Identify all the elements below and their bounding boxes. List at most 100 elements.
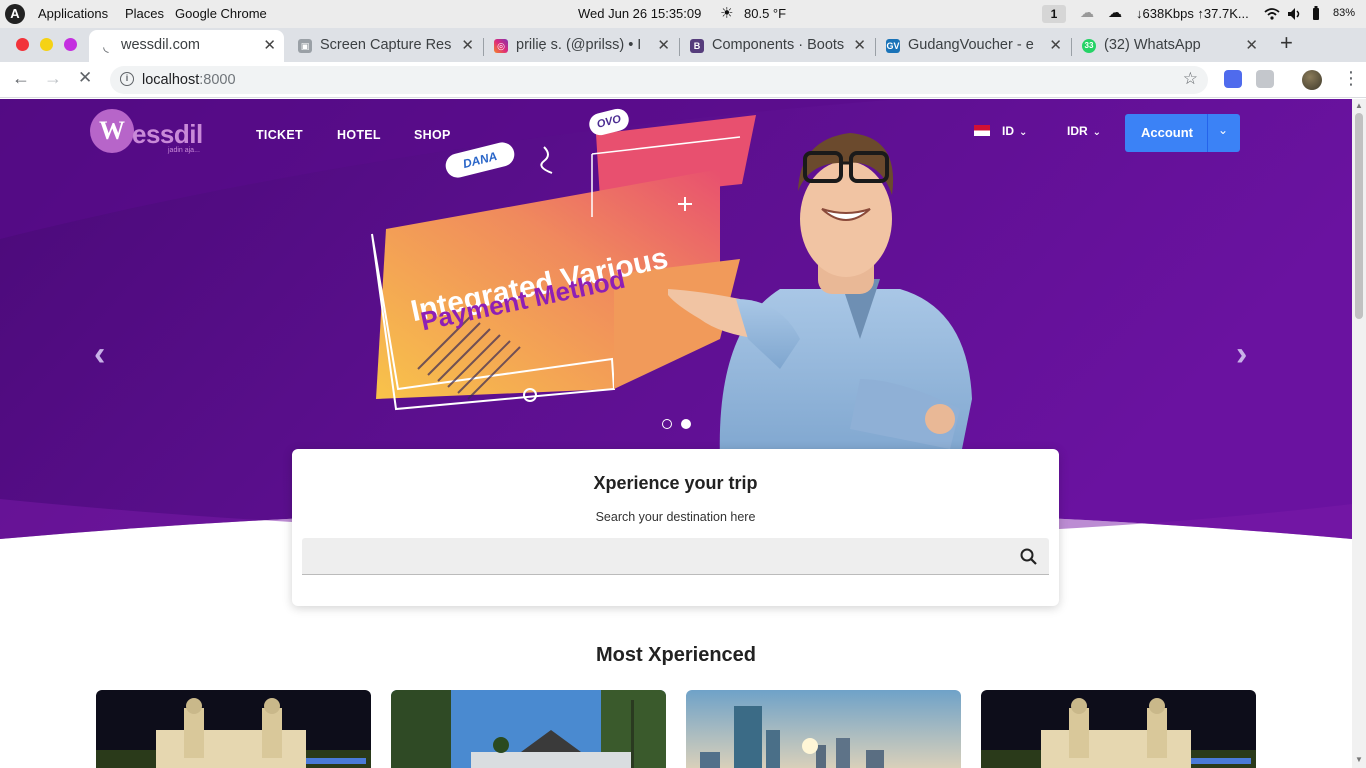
back-arrow-icon[interactable]: ←	[12, 68, 30, 89]
search-card: Xperience your trip Search your destinat…	[292, 449, 1059, 606]
language-selector[interactable]: ID ⌄	[974, 124, 1027, 138]
search-subtitle: Search your destination here	[595, 510, 756, 524]
destination-card[interactable]	[96, 690, 371, 768]
destination-image	[391, 690, 666, 768]
active-app-menu[interactable]: Google Chrome	[175, 6, 267, 21]
tab-title: Components · Boots	[712, 37, 845, 53]
tab-whatsapp[interactable]: 33 (32) WhatsApp ✕	[1072, 30, 1266, 62]
whatsapp-icon: 33	[1082, 39, 1096, 53]
carousel-indicator-1[interactable]	[662, 419, 672, 429]
cloud-sync-icon: ☁	[1080, 4, 1094, 20]
forward-arrow-icon[interactable]: →	[44, 68, 62, 89]
tab-title: Screen Capture Res	[320, 37, 452, 53]
logo-tagline: jadin aja...	[168, 147, 200, 154]
profile-avatar[interactable]	[1302, 70, 1322, 90]
places-menu[interactable]: Places	[125, 6, 164, 21]
bookmark-star-icon[interactable]: ☆	[1183, 69, 1198, 89]
chrome-menu-icon[interactable]: ⋮	[1342, 68, 1360, 89]
close-window-dot[interactable]	[16, 38, 29, 51]
account-button[interactable]: Account	[1141, 125, 1193, 140]
zoom-extension-icon[interactable]	[1224, 70, 1242, 88]
button-divider	[1207, 114, 1208, 152]
browser-tab-strip: ◟ wessdil.com ✕ ▣ Screen Capture Res ✕ ◎…	[0, 28, 1366, 62]
workspace-indicator[interactable]: 1	[1042, 5, 1066, 23]
camera-icon: ▣	[298, 39, 312, 53]
currency-selector[interactable]: IDR ⌄	[1067, 124, 1101, 138]
battery-percent: 83%	[1333, 7, 1356, 19]
tab-title: wessdil.com	[121, 37, 200, 53]
nav-hotel[interactable]: HOTEL	[337, 128, 381, 142]
clock[interactable]: Wed Jun 26 15:35:09	[578, 6, 701, 21]
new-tab-icon[interactable]: +	[1280, 30, 1293, 56]
volume-icon[interactable]	[1287, 7, 1302, 21]
indonesia-flag-icon	[974, 125, 990, 136]
tab-wessdil[interactable]: ◟ wessdil.com ✕	[89, 30, 284, 62]
site-logo[interactable]: W essdil jadin aja...	[90, 109, 210, 159]
scroll-down-icon[interactable]: ▼	[1355, 755, 1363, 764]
close-tab-icon[interactable]: ✕	[657, 36, 670, 54]
account-split-button: Account ⌄	[1125, 114, 1240, 152]
carousel-next-icon[interactable]: ›	[1236, 335, 1247, 374]
url-text[interactable]: localhost:8000	[142, 72, 236, 88]
destination-image	[96, 690, 371, 768]
minimize-window-dot[interactable]	[40, 38, 53, 51]
tab-instagram[interactable]: ◎ priliẹ s. (@prilss) • I ✕	[484, 30, 678, 62]
carousel-prev-icon[interactable]: ‹	[94, 335, 105, 374]
page-scrollbar[interactable]: ▲ ▼	[1352, 99, 1366, 768]
wifi-icon[interactable]	[1264, 7, 1280, 20]
logo-mark: W	[90, 109, 134, 153]
gv-icon: GV	[886, 39, 900, 53]
destination-card[interactable]	[981, 690, 1256, 768]
bootstrap-icon: B	[690, 39, 704, 53]
destination-card[interactable]	[686, 690, 961, 768]
scrollbar-thumb[interactable]	[1355, 113, 1363, 319]
page-viewport: Integrated Various Payment Method DANA O…	[0, 99, 1352, 768]
currency-label: IDR	[1067, 124, 1088, 138]
screen-capture-extension-icon[interactable]	[1256, 70, 1274, 88]
weather-temp[interactable]: 80.5 °F	[744, 6, 786, 21]
stop-loading-icon[interactable]: ✕	[78, 68, 92, 88]
account-dropdown-toggle[interactable]: ⌄	[1218, 123, 1228, 137]
tab-gudangvoucher[interactable]: GV GudangVoucher - e ✕	[876, 30, 1070, 62]
url-host: localhost	[142, 72, 200, 88]
search-icon[interactable]	[1020, 548, 1037, 565]
tab-screen-capture[interactable]: ▣ Screen Capture Res ✕	[288, 30, 482, 62]
scroll-up-icon[interactable]: ▲	[1355, 101, 1363, 110]
sun-icon: ☀	[720, 5, 734, 22]
tab-title: (32) WhatsApp	[1104, 37, 1201, 53]
carousel-indicator-2[interactable]	[681, 419, 692, 429]
chevron-down-icon: ⌄	[1019, 127, 1028, 138]
loading-spinner-icon: ◟	[103, 38, 109, 54]
destination-image	[686, 690, 961, 768]
applications-menu[interactable]: Applications	[38, 6, 108, 21]
close-tab-icon[interactable]: ✕	[461, 36, 474, 54]
maximize-window-dot[interactable]	[64, 38, 77, 51]
most-xperienced-heading: Most Xperienced	[595, 644, 757, 666]
address-bar[interactable]: i localhost:8000 ☆	[110, 66, 1208, 94]
close-tab-icon[interactable]: ✕	[263, 36, 276, 54]
battery-icon[interactable]	[1312, 6, 1320, 21]
nav-shop[interactable]: SHOP	[414, 128, 451, 142]
url-port: :8000	[199, 72, 236, 88]
close-tab-icon[interactable]: ✕	[853, 36, 866, 54]
tab-title: priliẹ s. (@prilss) • I	[516, 37, 642, 53]
instagram-icon: ◎	[494, 39, 508, 53]
language-label: ID	[1002, 124, 1014, 138]
destination-card[interactable]	[391, 690, 666, 768]
carousel-indicators	[662, 416, 696, 434]
browser-toolbar: ← → ✕ i localhost:8000 ☆ ⋮	[0, 62, 1366, 98]
search-title: Xperience your trip	[593, 473, 758, 493]
destination-image	[981, 690, 1256, 768]
system-top-bar: A Applications Places Google Chrome Wed …	[0, 0, 1366, 28]
tab-bootstrap[interactable]: B Components · Boots ✕	[680, 30, 874, 62]
destination-search	[302, 538, 1049, 575]
close-tab-icon[interactable]: ✕	[1049, 36, 1062, 54]
nav-ticket[interactable]: TICKET	[256, 128, 303, 142]
close-tab-icon[interactable]: ✕	[1245, 36, 1258, 54]
site-info-icon[interactable]: i	[120, 72, 134, 86]
logo-wordmark: essdil	[132, 119, 203, 149]
cloud-icon: ☁	[1108, 4, 1122, 20]
destination-search-input[interactable]	[302, 538, 1002, 575]
activities-logo-icon[interactable]: A	[5, 4, 25, 24]
network-speed[interactable]: ↓638Kbps ↑37.7K...	[1136, 6, 1249, 21]
